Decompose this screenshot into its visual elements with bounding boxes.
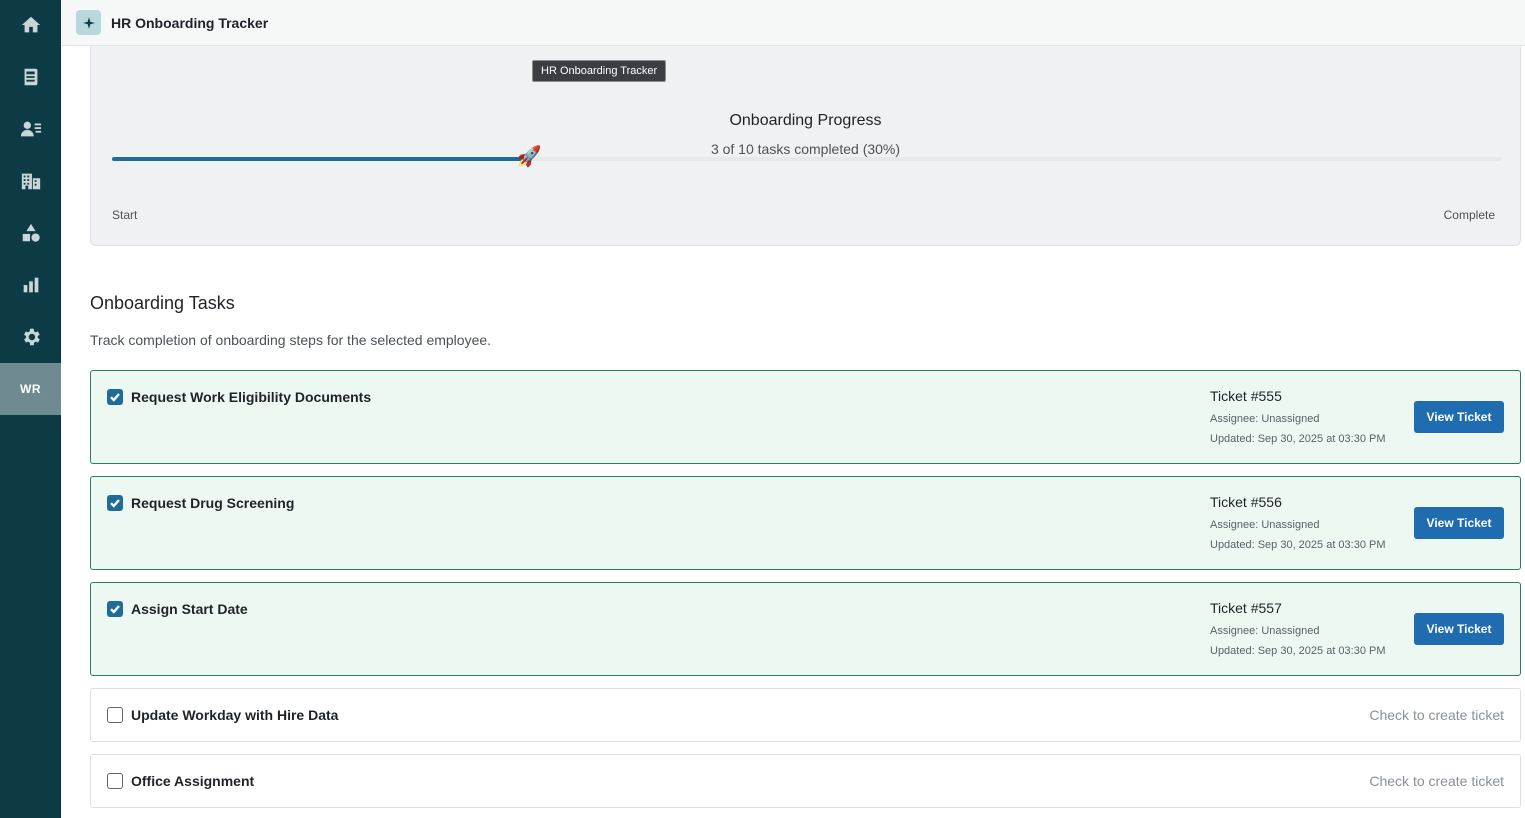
ticket-info: Ticket #557 Assignee: Unassigned Updated… [1210,600,1386,661]
task-card: Assign Start Date Ticket #557 Assignee: … [90,582,1521,676]
task-card: Request Drug Screening Ticket #556 Assig… [90,476,1521,570]
section-description: Track completion of onboarding steps for… [90,332,492,348]
sidebar: WR [0,0,61,818]
bar-chart-icon[interactable] [0,265,61,305]
progress-track: 🚀 [112,146,1501,168]
task-name: Office Assignment [131,773,255,789]
ticket-assignee: Assignee: Unassigned [1210,413,1320,425]
shapes-icon[interactable] [0,213,61,253]
task-checkbox[interactable] [107,601,123,617]
task-checkbox[interactable] [107,389,123,405]
ticket-info: Ticket #556 Assignee: Unassigned Updated… [1210,494,1386,555]
ticket-updated: Updated: Sep 30, 2025 at 03:30 PM [1210,645,1386,657]
task-name: Request Work Eligibility Documents [131,389,372,405]
view-ticket-button[interactable]: View Ticket [1414,507,1504,539]
sparkle-icon [76,10,101,35]
progress-card: Onboarding Progress 3 of 10 tasks comple… [90,46,1521,246]
gear-icon[interactable] [0,317,61,357]
view-ticket-button[interactable]: View Ticket [1414,401,1504,433]
building-icon[interactable] [0,161,61,201]
home-icon[interactable] [0,5,61,45]
user-avatar[interactable]: WR [0,363,61,415]
app-header: HR Onboarding Tracker [61,0,1525,46]
people-list-icon[interactable] [0,109,61,149]
task-card: Request Work Eligibility Documents Ticke… [90,370,1521,464]
progress-end-label: Complete [1443,208,1495,222]
task-checkbox[interactable] [107,707,123,723]
ticket-updated: Updated: Sep 30, 2025 at 03:30 PM [1210,539,1386,551]
task-checkbox[interactable] [107,773,123,789]
ticket-number: Ticket #555 [1210,388,1282,404]
app-title: HR Onboarding Tracker [111,14,269,31]
view-ticket-button[interactable]: View Ticket [1414,613,1504,645]
rocket-icon: 🚀 [516,146,542,168]
tooltip: HR Onboarding Tracker [532,60,667,82]
task-checkbox[interactable] [107,495,123,511]
ticket-assignee: Assignee: Unassigned [1210,519,1320,531]
ticket-number: Ticket #556 [1210,494,1282,510]
task-name: Update Workday with Hire Data [131,707,339,723]
progress-subtitle: 3 of 10 tasks completed (30%) [710,141,901,157]
book-icon[interactable] [0,57,61,97]
section-title: Onboarding Tasks [90,293,235,313]
ticket-info: Ticket #555 Assignee: Unassigned Updated… [1210,388,1386,449]
progress-start-label: Start [112,208,138,222]
task-card: Office Assignment Check to create ticket [90,754,1521,808]
ticket-assignee: Assignee: Unassigned [1210,625,1320,637]
progress-title: Onboarding Progress [729,112,882,129]
task-card: Update Workday with Hire Data Check to c… [90,688,1521,742]
task-name: Request Drug Screening [131,495,295,511]
create-ticket-hint: Check to create ticket [1369,707,1504,723]
progress-fill [112,157,529,161]
ticket-updated: Updated: Sep 30, 2025 at 03:30 PM [1210,433,1386,445]
ticket-number: Ticket #557 [1210,600,1282,616]
create-ticket-hint: Check to create ticket [1369,773,1504,789]
task-name: Assign Start Date [131,601,248,617]
